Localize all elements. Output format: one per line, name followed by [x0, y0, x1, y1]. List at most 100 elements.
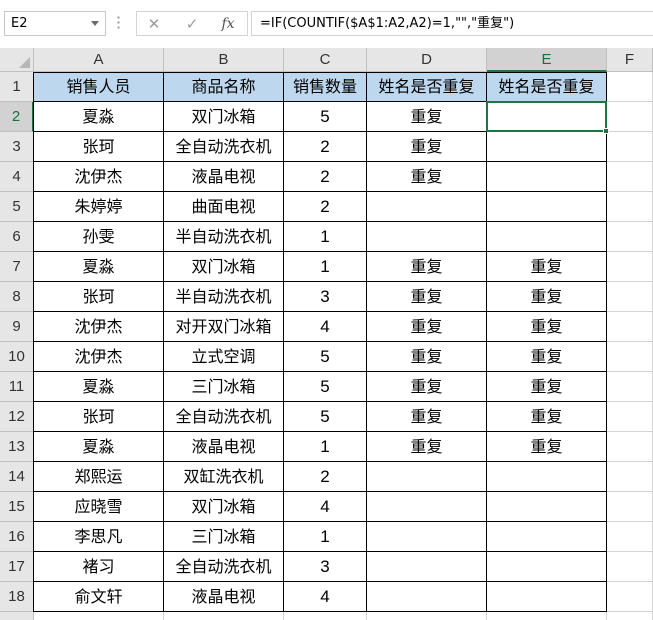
cell-b5[interactable]: 曲面电视	[164, 192, 284, 222]
column-header-d[interactable]: D	[367, 48, 487, 72]
cell-d7[interactable]: 重复	[367, 252, 487, 282]
cell-b17[interactable]: 全自动洗衣机	[164, 552, 284, 582]
cell-c19[interactable]	[284, 612, 367, 620]
cell-f9[interactable]	[607, 312, 653, 342]
cell-d8[interactable]: 重复	[367, 282, 487, 312]
cell-c5[interactable]: 2	[284, 192, 367, 222]
cell-c2[interactable]: 5	[284, 102, 367, 132]
cell-f3[interactable]	[607, 132, 653, 162]
cell-c14[interactable]: 2	[284, 462, 367, 492]
cell-f18[interactable]	[607, 582, 653, 612]
cell-a18[interactable]: 俞文轩	[34, 582, 164, 612]
cell-e15[interactable]	[487, 492, 607, 522]
cell-d15[interactable]	[367, 492, 487, 522]
cell-f2[interactable]	[607, 102, 653, 132]
cell-f15[interactable]	[607, 492, 653, 522]
select-all-button[interactable]	[0, 48, 34, 72]
cell-f19[interactable]	[607, 612, 653, 620]
row-header-17[interactable]: 17	[0, 552, 34, 582]
cell-b14[interactable]: 双缸洗衣机	[164, 462, 284, 492]
cell-c4[interactable]: 2	[284, 162, 367, 192]
cell-c10[interactable]: 5	[284, 342, 367, 372]
row-header-12[interactable]: 12	[0, 402, 34, 432]
cell-b13[interactable]: 液晶电视	[164, 432, 284, 462]
row-header-19[interactable]: 19	[0, 612, 34, 620]
row-header-7[interactable]: 7	[0, 252, 34, 282]
cell-d4[interactable]: 重复	[367, 162, 487, 192]
row-header-13[interactable]: 13	[0, 432, 34, 462]
cell-e7[interactable]: 重复	[487, 252, 607, 282]
row-header-5[interactable]: 5	[0, 192, 34, 222]
row-header-8[interactable]: 8	[0, 282, 34, 312]
cell-e2[interactable]	[486, 101, 607, 132]
row-header-6[interactable]: 6	[0, 222, 34, 252]
cell-f14[interactable]	[607, 462, 653, 492]
cell-a7[interactable]: 夏淼	[34, 252, 164, 282]
cell-c18[interactable]: 4	[284, 582, 367, 612]
column-header-b[interactable]: B	[164, 48, 284, 72]
cell-c8[interactable]: 3	[284, 282, 367, 312]
cell-a17[interactable]: 褚习	[34, 552, 164, 582]
cell-b18[interactable]: 液晶电视	[164, 582, 284, 612]
cell-c13[interactable]: 1	[284, 432, 367, 462]
chevron-down-icon[interactable]	[91, 21, 99, 26]
cell-b19[interactable]	[164, 612, 284, 620]
cell-c7[interactable]: 1	[284, 252, 367, 282]
row-header-1[interactable]: 1	[0, 72, 34, 102]
cell-c17[interactable]: 3	[284, 552, 367, 582]
cell-b7[interactable]: 双门冰箱	[164, 252, 284, 282]
cell-f5[interactable]	[607, 192, 653, 222]
cell-e13[interactable]: 重复	[487, 432, 607, 462]
cell-d3[interactable]: 重复	[367, 132, 487, 162]
name-box[interactable]: E2	[4, 11, 106, 36]
cell-a11[interactable]: 夏淼	[34, 372, 164, 402]
cell-b9[interactable]: 对开双门冰箱	[164, 312, 284, 342]
row-header-10[interactable]: 10	[0, 342, 34, 372]
cell-f6[interactable]	[607, 222, 653, 252]
cell-a14[interactable]: 郑熙运	[34, 462, 164, 492]
cell-a12[interactable]: 张珂	[34, 402, 164, 432]
cell-e10[interactable]: 重复	[487, 342, 607, 372]
column-header-e[interactable]: E	[487, 48, 607, 72]
cell-e16[interactable]	[487, 522, 607, 552]
row-header-11[interactable]: 11	[0, 372, 34, 402]
cell-f7[interactable]	[607, 252, 653, 282]
cell-d10[interactable]: 重复	[367, 342, 487, 372]
cell-a4[interactable]: 沈伊杰	[34, 162, 164, 192]
table-header-cell[interactable]: 销售数量	[284, 72, 367, 102]
table-header-cell[interactable]: 商品名称	[164, 72, 284, 102]
cell-d17[interactable]	[367, 552, 487, 582]
row-header-2[interactable]: 2	[0, 102, 34, 132]
cell-f13[interactable]	[607, 432, 653, 462]
cell-f1[interactable]	[607, 72, 653, 102]
cell-c9[interactable]: 4	[284, 312, 367, 342]
cell-b8[interactable]: 半自动洗衣机	[164, 282, 284, 312]
cell-b2[interactable]: 双门冰箱	[164, 102, 284, 132]
cell-a5[interactable]: 朱婷婷	[34, 192, 164, 222]
cell-d6[interactable]	[367, 222, 487, 252]
cell-b15[interactable]: 双门冰箱	[164, 492, 284, 522]
cell-b6[interactable]: 半自动洗衣机	[164, 222, 284, 252]
cell-a13[interactable]: 夏淼	[34, 432, 164, 462]
row-header-4[interactable]: 4	[0, 162, 34, 192]
cell-d9[interactable]: 重复	[367, 312, 487, 342]
cell-e8[interactable]: 重复	[487, 282, 607, 312]
row-header-14[interactable]: 14	[0, 462, 34, 492]
cell-d11[interactable]: 重复	[367, 372, 487, 402]
cell-e17[interactable]	[487, 552, 607, 582]
cell-a9[interactable]: 沈伊杰	[34, 312, 164, 342]
cell-c11[interactable]: 5	[284, 372, 367, 402]
cell-e3[interactable]	[487, 132, 607, 162]
insert-function-icon[interactable]: fx	[217, 13, 239, 35]
cell-c3[interactable]: 2	[284, 132, 367, 162]
row-header-16[interactable]: 16	[0, 522, 34, 552]
row-header-9[interactable]: 9	[0, 312, 34, 342]
formula-input[interactable]: =IF(COUNTIF($A$1:A2,A2)=1,"","重复")	[251, 11, 653, 36]
cell-f12[interactable]	[607, 402, 653, 432]
cell-c12[interactable]: 5	[284, 402, 367, 432]
cell-d16[interactable]	[367, 522, 487, 552]
cell-e14[interactable]	[487, 462, 607, 492]
cell-a15[interactable]: 应晓雪	[34, 492, 164, 522]
cell-f16[interactable]	[607, 522, 653, 552]
cell-a10[interactable]: 沈伊杰	[34, 342, 164, 372]
